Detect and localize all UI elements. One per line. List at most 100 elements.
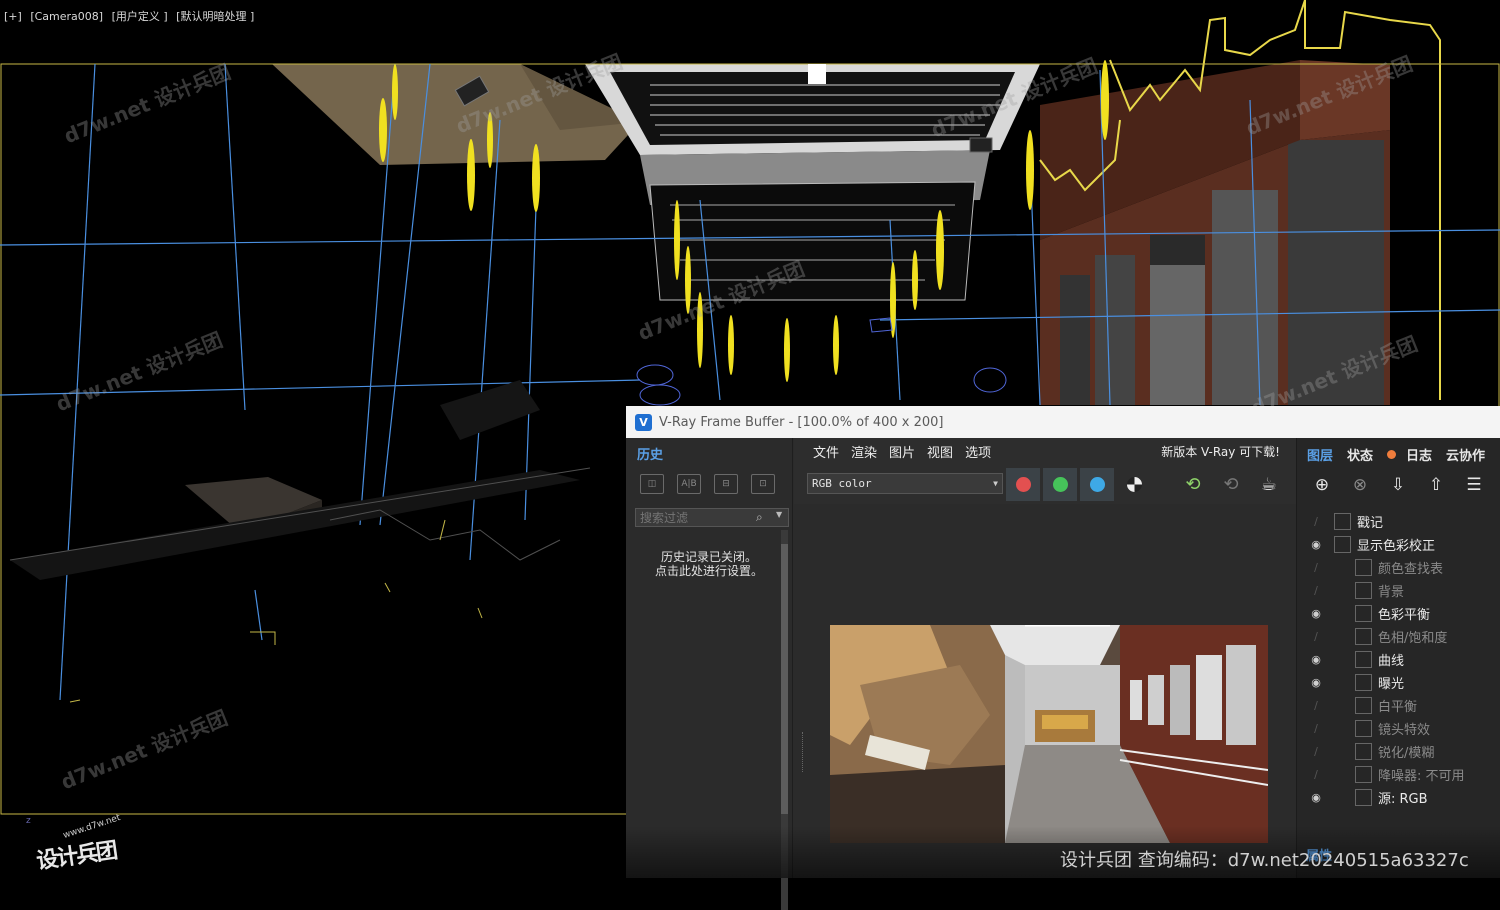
layer-row[interactable]: ◉ 曲线	[1297, 648, 1500, 671]
menu-render[interactable]: 渲染	[851, 442, 877, 461]
blue-channel-icon	[1089, 477, 1105, 492]
render-interactive-icon[interactable]: ⟲	[1180, 472, 1206, 496]
layer-row[interactable]: ∕ 颜色查找表	[1297, 556, 1500, 579]
chevron-down-icon[interactable]: ▼	[776, 510, 782, 519]
eye-off-icon[interactable]: ∕	[1309, 768, 1323, 781]
menu-file[interactable]: 文件	[813, 442, 839, 461]
history-load-icon[interactable]: ⊟	[714, 474, 738, 494]
layer-row[interactable]: ∕ 镜头特效	[1297, 717, 1500, 740]
layer-row[interactable]: ◉ 色彩平衡	[1297, 602, 1500, 625]
add-layer-icon[interactable]: ⊕	[1311, 474, 1333, 496]
layer-row[interactable]: ∕ 色相/饱和度	[1297, 625, 1500, 648]
vfb-menu-bar: 文件 渲染 图片 视图 选项 新版本 V-Ray 可下载!	[794, 438, 1296, 464]
render-canvas[interactable]	[794, 504, 1296, 878]
layer-label: 降噪器: 不可用	[1378, 769, 1465, 784]
brand-query-code: 设计兵团 查询编码：d7w.net20240515a63327c	[1060, 850, 1469, 871]
brand-logo: www.d7w.net 设计兵团	[22, 813, 142, 874]
rendered-image-svg	[830, 625, 1268, 843]
tab-stats[interactable]: 状态	[1347, 445, 1373, 464]
log-alert-dot-icon	[1387, 449, 1397, 459]
viewport-shading-label[interactable]: [默认明暗处理 ]	[176, 10, 254, 23]
vfb-title: V-Ray Frame Buffer - [100.0% of 400 x 20…	[659, 414, 944, 430]
viewport-label[interactable]: [+] [Camera008] [用户定义 ] [默认明暗处理 ]	[4, 8, 259, 24]
layer-label: 色相/饱和度	[1378, 631, 1448, 646]
menu-view[interactable]: 视图	[927, 442, 953, 461]
history-save-icon[interactable]: ◫	[640, 474, 664, 494]
lut-icon	[1355, 559, 1372, 576]
menu-image[interactable]: 图片	[889, 442, 915, 461]
layer-row[interactable]: ∕ 背景	[1297, 579, 1500, 602]
layer-label: 显示色彩校正	[1357, 539, 1436, 554]
layer-row[interactable]: ∕ 白平衡	[1297, 694, 1500, 717]
stop-render-icon[interactable]: ⟲	[1218, 472, 1244, 496]
curves-icon	[1355, 651, 1372, 668]
source-icon	[1355, 789, 1372, 806]
menu-options[interactable]: 选项	[965, 442, 991, 461]
vray-logo-icon: V	[635, 413, 652, 431]
history-remove-icon[interactable]: ⊡	[751, 474, 775, 494]
eye-icon[interactable]: ◉	[1309, 676, 1323, 689]
layer-row[interactable]: ∕ 锐化/模糊	[1297, 740, 1500, 763]
search-icon[interactable]: ⌕	[756, 510, 763, 525]
white-balance-icon	[1355, 697, 1372, 714]
viewport-camera-label[interactable]: [Camera008]	[30, 10, 103, 23]
sharpen-blur-icon	[1355, 743, 1372, 760]
blue-channel-button[interactable]	[1080, 468, 1114, 501]
stamp-icon	[1334, 513, 1351, 530]
render-teapot-icon[interactable]: ☕	[1256, 472, 1282, 496]
rendered-image	[830, 625, 1268, 843]
background-icon	[1355, 582, 1372, 599]
eye-off-icon[interactable]: ∕	[1309, 561, 1323, 574]
layer-row[interactable]: ◉ 显示色彩校正	[1297, 533, 1500, 556]
layers-toolbar: ⊕ ⊗ ⇩ ⇧ ☰	[1301, 474, 1485, 504]
history-search-input[interactable]	[635, 508, 789, 527]
eye-icon[interactable]: ◉	[1309, 607, 1323, 620]
tab-history[interactable]: 历史	[637, 444, 663, 463]
eye-icon[interactable]: ◉	[1309, 653, 1323, 666]
history-scrollbar[interactable]	[781, 530, 788, 910]
eye-off-icon[interactable]: ∕	[1309, 515, 1323, 528]
load-layers-icon[interactable]: ⇧	[1425, 474, 1447, 496]
eye-off-icon[interactable]: ∕	[1309, 722, 1323, 735]
layers-panel: 图层 状态 日志 云协作 ⊕ ⊗ ⇩ ⇧ ☰ ∕ 戳记 ◉ 显示色彩校正 ∕ 颜色查找表 ∕…	[1296, 438, 1500, 878]
layer-row[interactable]: ∕ 戳记	[1297, 510, 1500, 533]
chevron-down-icon: ▼	[993, 479, 998, 488]
layer-label: 色彩平衡	[1378, 608, 1431, 623]
layer-row[interactable]: ◉ 源: RGB	[1297, 786, 1500, 809]
eye-icon[interactable]: ◉	[1309, 791, 1323, 804]
layer-list-menu-icon[interactable]: ☰	[1463, 474, 1485, 496]
new-version-link[interactable]: 新版本 V-Ray 可下载!	[1161, 443, 1280, 460]
green-channel-button[interactable]	[1043, 468, 1077, 501]
eye-off-icon[interactable]: ∕	[1309, 745, 1323, 758]
layer-row[interactable]: ∕ 降噪器: 不可用	[1297, 763, 1500, 786]
panel-splitter[interactable]	[802, 732, 804, 772]
eye-off-icon[interactable]: ∕	[1309, 630, 1323, 643]
layer-label: 锐化/模糊	[1378, 746, 1435, 761]
layer-label: 背景	[1378, 585, 1405, 600]
layer-label: 白平衡	[1378, 700, 1418, 715]
history-disabled-message[interactable]: 历史记录已关闭。 点击此处进行设置。	[634, 550, 784, 578]
vray-frame-buffer-window[interactable]: V V-Ray Frame Buffer - [100.0% of 400 x …	[626, 406, 1500, 910]
layer-label: 源: RGB	[1378, 792, 1428, 807]
green-channel-icon	[1052, 477, 1068, 492]
display-correction-icon	[1334, 536, 1351, 553]
tab-cloud[interactable]: 云协作	[1446, 445, 1485, 464]
save-layers-icon[interactable]: ⇩	[1387, 474, 1409, 496]
layer-label: 颜色查找表	[1378, 562, 1444, 577]
layer-row[interactable]: ◉ 曝光	[1297, 671, 1500, 694]
delete-layer-icon[interactable]: ⊗	[1349, 474, 1371, 496]
history-ab-compare-icon[interactable]: A|B	[677, 474, 701, 494]
tab-log[interactable]: 日志	[1406, 445, 1432, 464]
exposure-icon	[1355, 674, 1372, 691]
mono-channel-button[interactable]	[1117, 468, 1151, 501]
eye-off-icon[interactable]: ∕	[1309, 584, 1323, 597]
scrollbar-thumb[interactable]	[781, 544, 788, 814]
viewport-menu-plus[interactable]: [+]	[4, 10, 22, 23]
vfb-titlebar[interactable]: V V-Ray Frame Buffer - [100.0% of 400 x …	[626, 406, 1500, 438]
channel-select[interactable]: RGB color ▼	[807, 473, 1003, 494]
eye-icon[interactable]: ◉	[1309, 538, 1323, 551]
eye-off-icon[interactable]: ∕	[1309, 699, 1323, 712]
tab-layers[interactable]: 图层	[1307, 445, 1333, 464]
red-channel-button[interactable]	[1006, 468, 1040, 501]
viewport-view-label[interactable]: [用户定义 ]	[112, 10, 168, 23]
